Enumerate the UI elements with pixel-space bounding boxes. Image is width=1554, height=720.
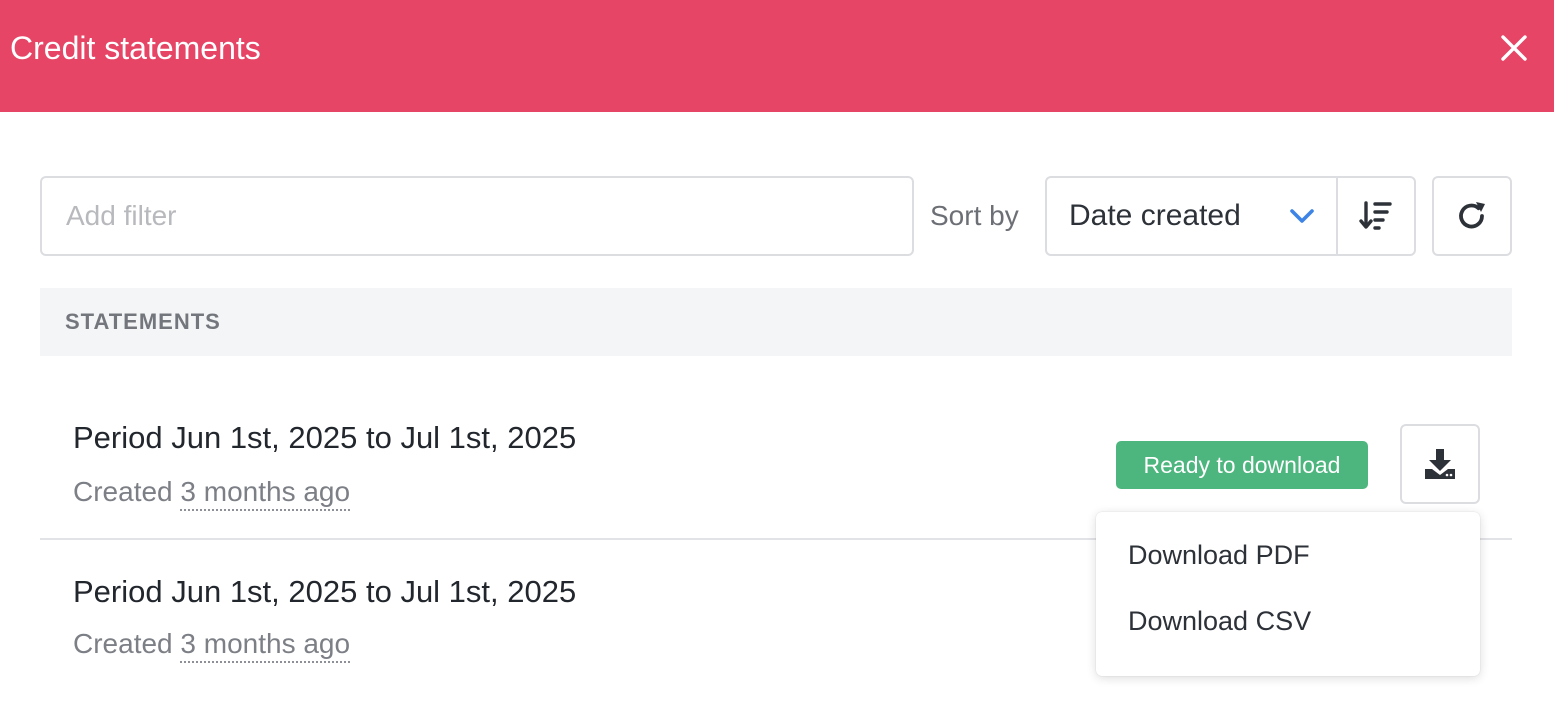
- refresh-icon: [1459, 202, 1485, 229]
- status-badge: Ready to download: [1116, 441, 1368, 489]
- chevron-down-icon: [1290, 209, 1314, 223]
- filter-input[interactable]: [40, 176, 914, 256]
- sort-select-value: Date created: [1069, 199, 1241, 232]
- download-menu: Download PDF Download CSV: [1096, 512, 1480, 676]
- download-pdf-item[interactable]: Download PDF: [1096, 542, 1480, 608]
- created-relative-time[interactable]: 3 months ago: [180, 628, 351, 663]
- created-label: Created: [73, 628, 173, 659]
- sort-direction-button[interactable]: [1336, 176, 1416, 256]
- sort-by-label: Sort by: [930, 200, 1019, 231]
- modal-title: Credit statements: [10, 30, 261, 66]
- close-button[interactable]: [1496, 30, 1532, 66]
- download-csv-item[interactable]: Download CSV: [1096, 608, 1480, 674]
- close-icon: [1501, 35, 1527, 61]
- sort-descending-icon: [1359, 201, 1392, 230]
- statement-period: Period Jun 1st, 2025 to Jul 1st, 2025: [73, 574, 577, 609]
- created-relative-time[interactable]: 3 months ago: [180, 476, 351, 511]
- refresh-button[interactable]: [1432, 176, 1512, 256]
- statements-section-header: STATEMENTS: [40, 288, 1512, 356]
- statement-created: Created 3 months ago: [73, 476, 351, 511]
- statement-created: Created 3 months ago: [73, 628, 351, 663]
- download-icon: [1425, 449, 1455, 479]
- created-label: Created: [73, 476, 173, 507]
- toolbar: Sort by Date created: [40, 176, 1512, 256]
- sort-select[interactable]: Date created: [1045, 176, 1337, 256]
- download-button[interactable]: [1400, 424, 1480, 504]
- modal-header: Credit statements: [0, 0, 1554, 112]
- statement-period: Period Jun 1st, 2025 to Jul 1st, 2025: [73, 420, 577, 455]
